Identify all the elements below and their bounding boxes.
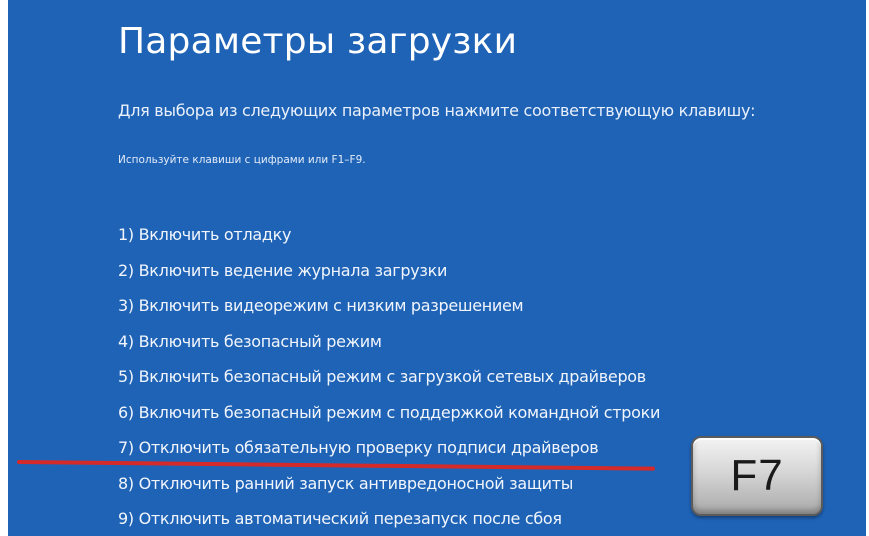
boot-option-8[interactable]: 8) Отключить ранний запуск антивредоносн… <box>118 469 660 505</box>
boot-option-9[interactable]: 9) Отключить автоматический перезапуск п… <box>118 504 660 536</box>
boot-option-5[interactable]: 5) Включить безопасный режим с загрузкой… <box>118 362 660 398</box>
key-label: F7 <box>730 451 784 500</box>
boot-option-3[interactable]: 3) Включить видеорежим с низким разрешен… <box>118 291 660 327</box>
f7-key-icon: F7 <box>691 436 823 516</box>
hint-text: Используйте клавиши с цифрами или F1–F9. <box>118 154 366 166</box>
boot-option-1[interactable]: 1) Включить отладку <box>118 220 660 256</box>
page-title: Параметры загрузки <box>118 21 518 62</box>
boot-options-screen: Параметры загрузки Для выбора из следующ… <box>8 0 866 536</box>
boot-option-4[interactable]: 4) Включить безопасный режим <box>118 327 660 363</box>
boot-options-list: 1) Включить отладку 2) Включить ведение … <box>118 220 660 536</box>
boot-option-2[interactable]: 2) Включить ведение журнала загрузки <box>118 256 660 292</box>
instruction-text: Для выбора из следующих параметров нажми… <box>118 101 756 120</box>
boot-option-6[interactable]: 6) Включить безопасный режим с поддержко… <box>118 398 660 434</box>
